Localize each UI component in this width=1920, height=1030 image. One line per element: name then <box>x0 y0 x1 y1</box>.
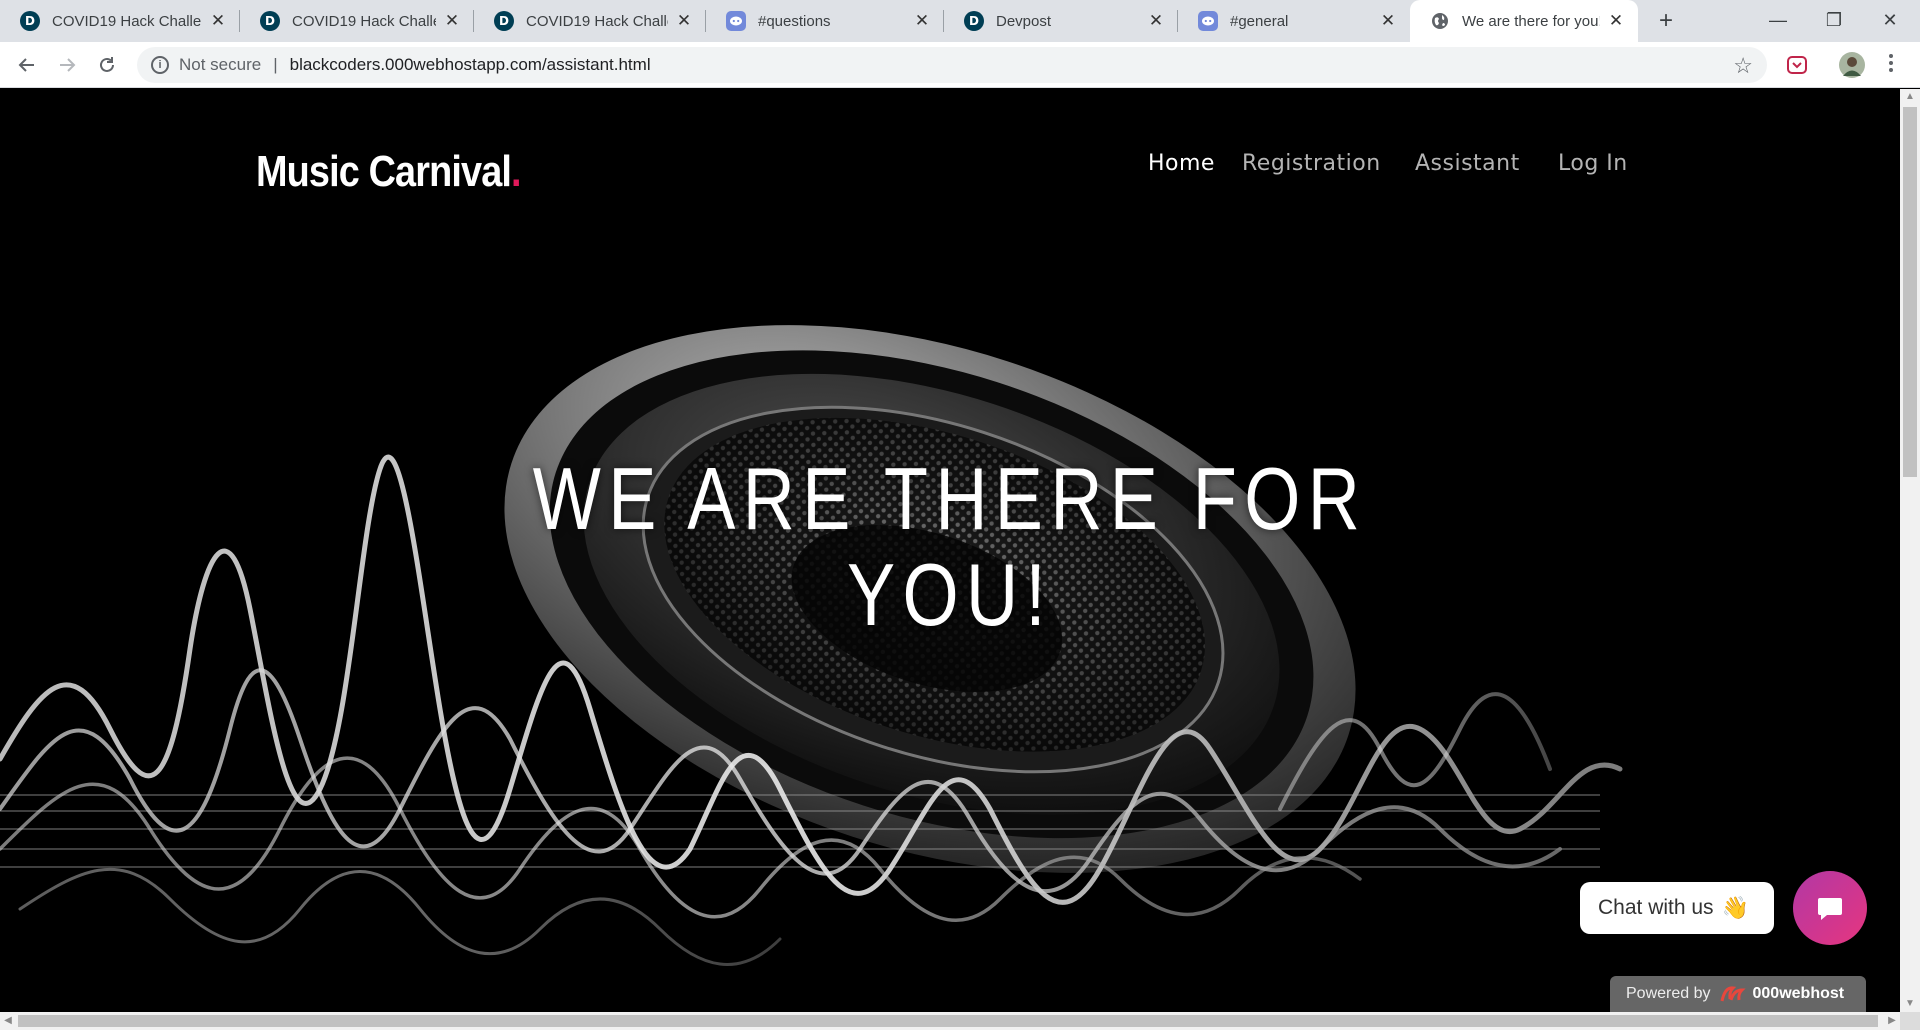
back-arrow-icon <box>18 58 34 72</box>
close-tab-icon[interactable]: ✕ <box>1146 11 1166 31</box>
restore-button[interactable]: ❐ <box>1806 0 1862 42</box>
browser-tab[interactable]: D Devpost ✕ <box>944 0 1178 42</box>
close-tab-icon[interactable]: ✕ <box>674 11 694 31</box>
browser-tab[interactable]: #general ✕ <box>1178 0 1410 42</box>
hero-headline-line2: YOU! <box>847 545 1053 644</box>
forward-button[interactable] <box>52 50 82 80</box>
browser-tab[interactable]: D COVID19 Hack Challenge ✕ <box>474 0 706 42</box>
waving-hand-icon: 👋 <box>1721 895 1749 920</box>
close-tab-icon[interactable]: ✕ <box>442 11 462 31</box>
tab-strip: D COVID19 Hack Challenge ✕ D COVID19 Hac… <box>0 0 1920 42</box>
vertical-scrollbar[interactable]: ▲ ▼ <box>1900 89 1920 1012</box>
tab-title: COVID19 Hack Challenge <box>526 12 668 30</box>
scrollbar-corner <box>1900 1012 1920 1030</box>
site-logo[interactable]: Music Carnival. <box>256 147 522 197</box>
browser-tab[interactable]: D COVID19 Hack Challenge ✕ <box>0 0 240 42</box>
forward-arrow-icon <box>60 58 76 72</box>
new-tab-button[interactable]: + <box>1652 7 1680 35</box>
logo-dot: . <box>511 147 522 196</box>
tab-title: #general <box>1230 12 1289 30</box>
devpost-icon: D <box>494 11 514 31</box>
tab-title: COVID19 Hack Challenge <box>52 12 202 30</box>
web-page: Music Carnival. Home Registration Assist… <box>0 89 1900 1012</box>
back-button[interactable] <box>12 50 42 80</box>
devpost-icon: D <box>964 11 984 31</box>
tab-title: #questions <box>758 12 831 30</box>
browser-tab[interactable]: D COVID19 Hack Challenge ✕ <box>240 0 474 42</box>
000webhost-logo-icon <box>1720 986 1746 1002</box>
close-tab-icon[interactable]: ✕ <box>1606 11 1626 31</box>
profile-avatar[interactable] <box>1838 51 1866 84</box>
powered-by-brand: 000webhost <box>1752 985 1845 1002</box>
address-bar[interactable]: i Not secure | blackcoders.000webhostapp… <box>137 47 1767 83</box>
menu-kebab-icon[interactable] <box>1888 52 1894 79</box>
powered-by-label: Powered by <box>1626 985 1711 1002</box>
close-tab-icon[interactable]: ✕ <box>1378 11 1398 31</box>
horizontal-scroll-thumb[interactable] <box>18 1015 1878 1027</box>
browser-tab[interactable]: #questions ✕ <box>706 0 944 42</box>
security-label: Not secure <box>179 55 262 74</box>
discord-icon <box>726 11 746 31</box>
scroll-left-arrow-icon[interactable]: ◀ <box>0 1012 16 1030</box>
reload-button[interactable] <box>92 50 122 80</box>
nav-login[interactable]: Log In <box>1558 151 1628 176</box>
close-tab-icon[interactable]: ✕ <box>912 11 932 31</box>
browser-toolbar: i Not secure | blackcoders.000webhostapp… <box>0 42 1920 88</box>
scroll-right-arrow-icon[interactable]: ▶ <box>1884 1012 1900 1030</box>
chat-launcher-button[interactable] <box>1793 871 1867 945</box>
tab-title: We are there for you! <box>1462 12 1600 30</box>
chat-prompt-bubble[interactable]: Chat with us 👋 <box>1580 882 1774 934</box>
logo-text: Music Carnival <box>256 147 512 196</box>
scroll-up-arrow-icon[interactable]: ▲ <box>1900 89 1920 105</box>
nav-home[interactable]: Home <box>1148 151 1215 176</box>
reload-icon <box>100 57 114 72</box>
powered-by-badge[interactable]: Powered by 000webhost <box>1610 976 1866 1012</box>
vertical-scroll-thumb[interactable] <box>1903 107 1917 477</box>
tab-title: COVID19 Hack Challenge <box>292 12 436 30</box>
close-window-button[interactable]: ✕ <box>1862 0 1918 42</box>
nav-registration[interactable]: Registration <box>1242 151 1381 176</box>
address-separator: | <box>273 55 278 74</box>
hero-headline-line1: WE ARE THERE FOR <box>532 449 1368 548</box>
globe-icon <box>1430 11 1450 31</box>
discord-icon <box>1198 11 1218 31</box>
horizontal-scrollbar[interactable]: ◀ ▶ <box>0 1012 1900 1030</box>
nav-assistant[interactable]: Assistant <box>1415 151 1520 176</box>
hero-headline: WE ARE THERE FOR YOU! <box>532 451 1368 643</box>
minimize-button[interactable]: — <box>1750 0 1806 42</box>
chat-prompt-text: Chat with us <box>1598 896 1714 919</box>
pocket-icon[interactable] <box>1786 54 1808 81</box>
chat-bubble-icon <box>1818 898 1842 920</box>
url-text[interactable]: blackcoders.000webhostapp.com/assistant.… <box>290 55 651 75</box>
bookmark-star-icon[interactable]: ☆ <box>1733 53 1753 79</box>
scroll-down-arrow-icon[interactable]: ▼ <box>1900 996 1920 1012</box>
info-icon[interactable]: i <box>151 56 169 74</box>
devpost-icon: D <box>20 11 40 31</box>
close-tab-icon[interactable]: ✕ <box>208 11 228 31</box>
browser-tab-active[interactable]: We are there for you! ✕ <box>1410 0 1638 42</box>
tab-title: Devpost <box>996 12 1052 30</box>
devpost-icon: D <box>260 11 280 31</box>
